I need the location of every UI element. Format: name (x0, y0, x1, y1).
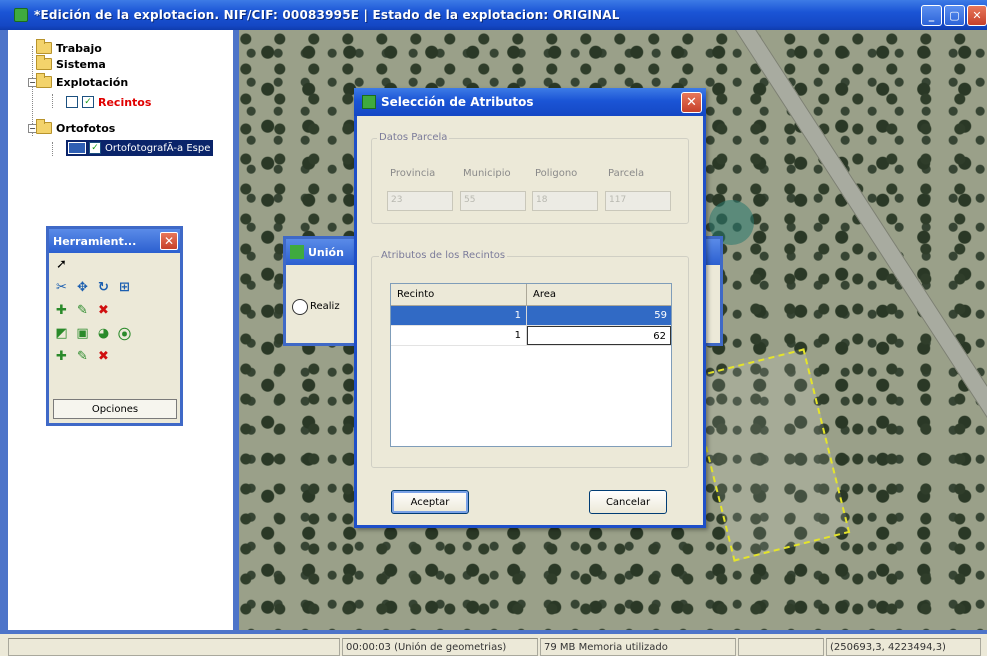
layer-tree-panel: Trabajo Sistema − Explotación ✓ Recintos… (0, 30, 239, 630)
recinto-cell[interactable]: 1 (391, 326, 527, 345)
status-memory: 79 MB Memoria utilizado (540, 638, 736, 656)
union-dialog-title: Unión (308, 245, 344, 259)
tree-node-label: Ortofotos (56, 121, 116, 135)
options-button[interactable]: Opciones (53, 399, 177, 419)
parcel-data-group (371, 138, 689, 224)
area-column-header[interactable]: Area (527, 284, 556, 305)
tools-panel-close-button[interactable]: ✕ (160, 232, 178, 250)
status-coordinates: (250693,3, 4223494,3) (826, 638, 981, 656)
area-cell[interactable]: 62 (527, 326, 671, 345)
table-row[interactable]: 1 62 (391, 326, 671, 346)
polygon-icon[interactable]: ▣ (74, 325, 91, 342)
recintos-grid[interactable]: Recinto Area 1 59 1 62 (390, 283, 672, 447)
dialog-titlebar[interactable]: Selección de Atributos ✕ (354, 88, 706, 116)
tree-node-label: Recintos (98, 95, 152, 109)
raster-layer-icon (68, 142, 86, 154)
tree-node-ortofotos[interactable]: Ortofotos (36, 119, 116, 136)
edit-vertex-icon[interactable]: ✎ (74, 302, 91, 319)
provincia-field[interactable]: 23 (387, 191, 453, 211)
add-polygon-icon[interactable]: ✚ (53, 348, 70, 365)
parcel-data-group-label: Datos Parcela (377, 132, 450, 143)
tools-panel-title: Herramient... (53, 234, 137, 248)
link-icon[interactable]: ⦿ (116, 325, 133, 343)
merge-icon[interactable]: ◩ (53, 325, 70, 342)
municipio-label: Municipio (463, 168, 511, 179)
tree-node-label: Trabajo (56, 41, 102, 55)
tree-node-recintos[interactable]: ✓ Recintos (66, 94, 151, 110)
grid-header: Recinto Area (391, 284, 671, 306)
accept-button[interactable]: Aceptar (391, 490, 469, 514)
move-icon[interactable]: ✥ (74, 279, 91, 296)
edit-polygon-icon[interactable]: ✎ (74, 348, 91, 365)
tree-node-label: OrtofotografÃ-a Espe (105, 142, 211, 154)
status-operation-time: 00:00:03 (Unión de geometrias) (342, 638, 538, 656)
tree-node-label: Sistema (56, 57, 106, 71)
tree-node-explotacion[interactable]: Explotación (36, 73, 129, 90)
tree-guide-line (32, 46, 33, 136)
area-cell[interactable]: 59 (527, 306, 671, 325)
tree-node-sistema[interactable]: Sistema (36, 55, 106, 72)
recinto-column-header[interactable]: Recinto (391, 284, 527, 305)
union-icon[interactable]: ◕ (95, 325, 112, 342)
provincia-label: Provincia (390, 168, 436, 179)
attributes-group-label: Atributos de los Recintos (379, 250, 508, 261)
folder-icon (36, 39, 52, 54)
tree-node-trabajo[interactable]: Trabajo (36, 39, 102, 56)
minimize-button[interactable]: _ (921, 5, 942, 26)
parcel-outline[interactable] (687, 348, 851, 562)
status-empty-cell (738, 638, 824, 656)
table-row[interactable]: 1 59 (391, 306, 671, 326)
window-titlebar: *Edición de la explotacion. NIF/CIF: 000… (0, 0, 987, 30)
parcela-field[interactable]: 117 (605, 191, 671, 211)
tree-node-label: Explotación (56, 75, 129, 89)
folder-icon (36, 119, 52, 134)
status-message-cell (8, 638, 340, 656)
dialog-close-button[interactable]: ✕ (681, 92, 702, 113)
delete-polygon-icon[interactable]: ✖ (95, 348, 112, 365)
rotate-icon[interactable]: ↻ (95, 279, 112, 296)
poligono-field[interactable]: 18 (532, 191, 598, 211)
dialog-title: Selección de Atributos (381, 95, 534, 109)
close-window-button[interactable]: ✕ (967, 5, 987, 26)
maximize-button[interactable]: ▢ (944, 5, 965, 26)
layer-checked-checkbox[interactable]: ✓ (89, 142, 101, 154)
folder-icon (36, 55, 52, 70)
tree-guide-line (52, 94, 53, 108)
scissors-icon[interactable]: ✂ (53, 279, 70, 296)
clock-icon (292, 299, 308, 315)
pointer-icon[interactable]: ➚ (53, 256, 70, 273)
delete-vertex-icon[interactable]: ✖ (95, 302, 112, 319)
tree-guide-line (52, 142, 53, 156)
tools-panel: Herramient... ✕ ➚ ✂ ✥ ↻ ⊞ ✚ ✎ ✖ ◩ ▣ ◕ ⦿ … (46, 226, 183, 426)
app-icon (290, 245, 304, 259)
layer-checked-checkbox[interactable]: ✓ (82, 96, 94, 108)
visibility-checkbox[interactable] (66, 96, 78, 108)
folder-icon (36, 73, 52, 88)
app-icon (362, 95, 376, 109)
union-dialog-text: Realiz (310, 301, 340, 312)
recinto-cell[interactable]: 1 (391, 306, 527, 325)
status-bar: 00:00:03 (Unión de geometrias) 79 MB Mem… (0, 630, 987, 656)
cancel-button[interactable]: Cancelar (589, 490, 667, 514)
parcela-label: Parcela (608, 168, 645, 179)
app-icon (14, 8, 28, 22)
municipio-field[interactable]: 55 (460, 191, 526, 211)
poligono-label: Poligono (535, 168, 578, 179)
split-icon[interactable]: ⊞ (116, 279, 133, 296)
add-vertex-icon[interactable]: ✚ (53, 302, 70, 319)
window-title: *Edición de la explotacion. NIF/CIF: 000… (34, 8, 620, 22)
tree-node-ortofotografia[interactable]: ✓ OrtofotografÃ-a Espe (66, 140, 214, 156)
attribute-selection-dialog: Selección de Atributos ✕ Datos Parcela P… (354, 88, 706, 528)
